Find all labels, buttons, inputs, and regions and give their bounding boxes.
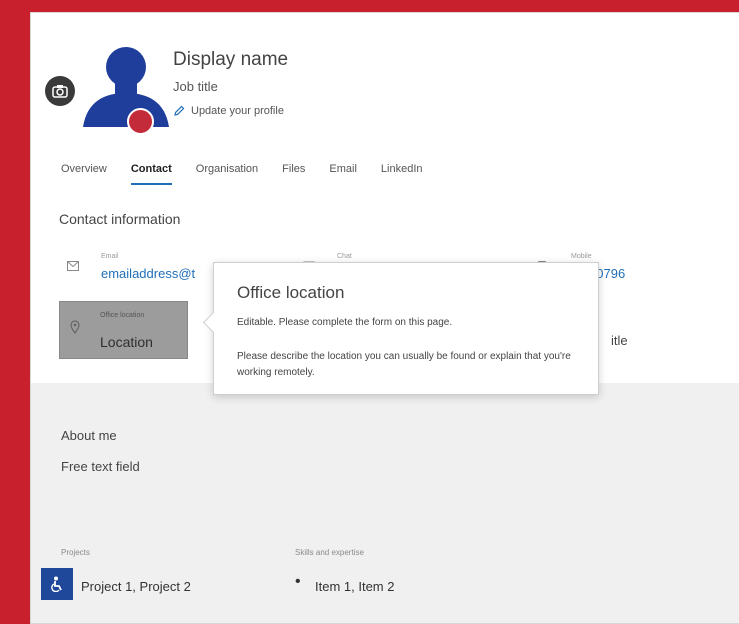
profile-tabs: Overview Contact Organisation Files Emai… [61, 163, 423, 185]
tab-organisation[interactable]: Organisation [196, 163, 258, 185]
contact-section-title: Contact information [59, 211, 181, 227]
office-location-tooltip: Office location Editable. Please complet… [202, 262, 599, 395]
skills-value: Item 1, Item 2 [315, 579, 395, 594]
email-value[interactable]: emailaddress@t [101, 266, 195, 281]
update-profile-label: Update your profile [191, 105, 284, 117]
about-me-label: About me [61, 428, 117, 443]
office-location-field[interactable]: Office location Location [59, 301, 188, 359]
location-pin-icon [70, 320, 80, 334]
mobile-label: Mobile [571, 253, 592, 260]
update-profile-link[interactable]: Update your profile [173, 105, 284, 117]
job-title: Job title [173, 79, 218, 94]
skills-bullet: • [295, 573, 301, 590]
avatar [83, 47, 169, 127]
office-location-label: Office location [100, 312, 145, 319]
accessibility-icon [51, 576, 62, 592]
tab-files[interactable]: Files [282, 163, 305, 185]
tab-linkedin[interactable]: LinkedIn [381, 163, 423, 185]
tab-email[interactable]: Email [329, 163, 357, 185]
tab-contact[interactable]: Contact [130, 163, 172, 185]
skills-label: Skills and expertise [295, 548, 364, 557]
email-label: Email [101, 253, 119, 260]
projects-value: Project 1, Project 2 [81, 579, 191, 594]
pencil-icon [174, 105, 185, 116]
tooltip-title: Office location [237, 283, 345, 302]
about-section: About me Free text field Projects Projec… [31, 383, 739, 623]
email-icon [67, 261, 79, 271]
tooltip-line2: Please describe the location you can usu… [237, 351, 571, 378]
about-me-value[interactable]: Free text field [61, 459, 140, 474]
projects-label: Projects [61, 548, 90, 557]
accessibility-button[interactable] [41, 568, 73, 600]
office-location-value: Location [100, 334, 153, 350]
tooltip-line1: Editable. Please complete the form on th… [237, 317, 453, 328]
change-photo-button[interactable] [45, 76, 75, 106]
display-name: Display name [173, 49, 289, 70]
partial-field-value: itle [611, 333, 628, 348]
camera-icon [52, 85, 68, 98]
presence-status-dot [127, 108, 154, 135]
chat-label: Chat [337, 253, 352, 260]
tab-overview[interactable]: Overview [61, 163, 107, 185]
